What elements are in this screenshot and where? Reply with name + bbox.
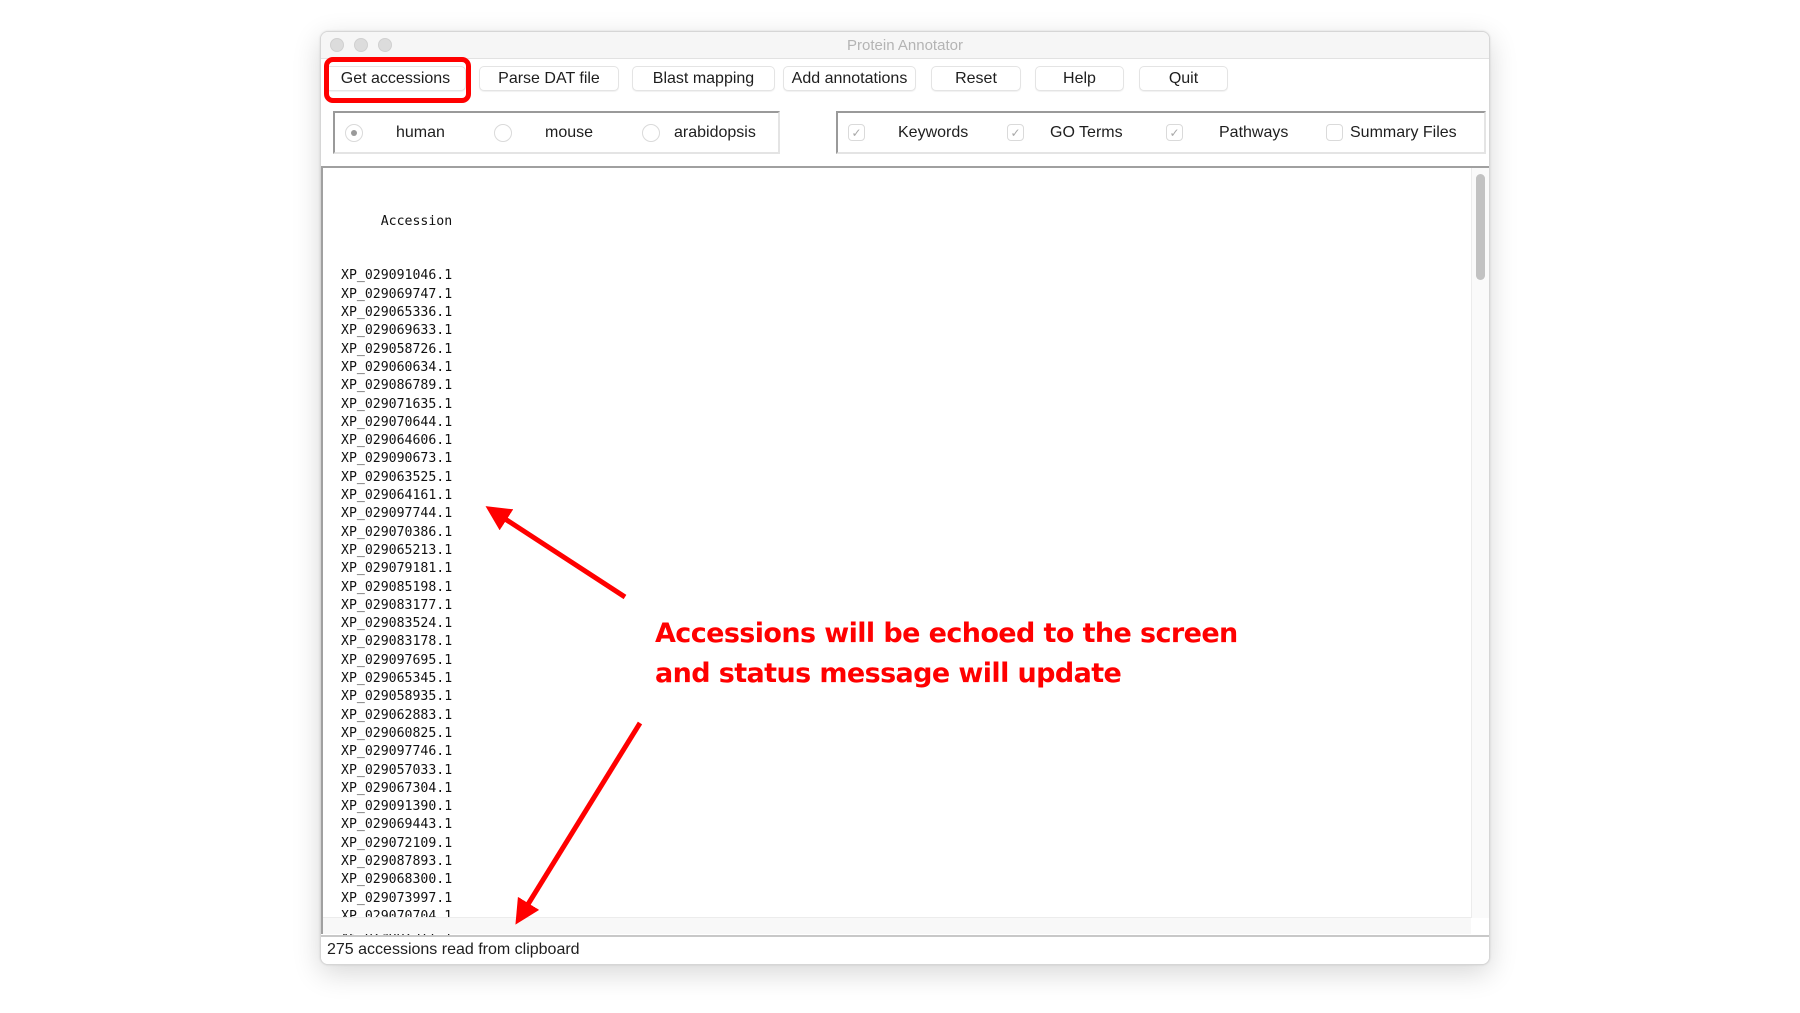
reset-button[interactable]: Reset [931,66,1021,91]
accession-line: XP_029064606.1 [341,433,453,449]
accession-line: XP_029071635.1 [341,396,453,412]
checkbox-keywords[interactable]: ✓ Keywords [848,113,968,152]
checkbox-label: Keywords [898,123,969,141]
radio-unselected-icon[interactable] [494,123,512,142]
radio-label: mouse [545,123,594,141]
get-accessions-button[interactable]: Get accessions [325,66,466,91]
checkmark-icon[interactable]: ✓ [1166,124,1183,141]
species-radio-group: human mouse arabidopsis [333,111,780,154]
outputs-checkbox-group: ✓ Keywords ✓ GO Terms ✓ Pathways Summary… [836,111,1486,154]
accession-line: XP_029065336.1 [341,305,453,321]
accession-output-textarea[interactable]: Accession XP_029091046.1 XP_029069747.1 XP… [321,166,1489,964]
annotation-line-2: and status message will update [655,658,1122,689]
accession-line: XP_029091390.1 [341,799,453,815]
accession-line: XP_029097695.1 [341,652,453,668]
radio-mouse[interactable]: mouse [494,113,593,152]
blast-mapping-button[interactable]: Blast mapping [632,66,775,91]
accession-line: XP_029097746.1 [341,744,453,760]
accession-line: XP_029070386.1 [341,524,453,540]
status-bar: 275 accessions read from clipboard [321,935,1489,964]
accession-line: XP_029065213.1 [341,542,453,558]
accession-line: XP_029083177.1 [341,597,453,613]
toolbar: Get accessions Parse DAT file Blast mapp… [321,57,1489,103]
vertical-scrollbar[interactable] [1471,168,1489,918]
checkbox-label: Pathways [1219,123,1289,141]
parse-dat-file-button[interactable]: Parse DAT file [479,66,619,91]
accession-line: XP_029068300.1 [341,872,453,888]
title-bar: Protein Annotator [321,32,1489,59]
annotation-callout: Accessions will be echoed to the screen … [655,614,1238,694]
accession-line: XP_029091046.1 [341,268,453,284]
vertical-scrollbar-thumb[interactable] [1476,174,1485,280]
help-button[interactable]: Help [1035,66,1124,91]
accession-list: Accession XP_029091046.1 XP_029069747.1 XP… [341,176,453,964]
radio-label: arabidopsis [674,123,756,141]
app-window: Protein Annotator Get accessions Parse D… [320,31,1490,965]
accession-line: XP_029063525.1 [341,469,453,485]
checkbox-go-terms[interactable]: ✓ GO Terms [1007,113,1123,152]
accession-line: XP_029069443.1 [341,817,453,833]
accession-line: XP_029085198.1 [341,579,453,595]
empty-checkbox-icon[interactable] [1326,124,1343,141]
accession-line: XP_029070644.1 [341,414,453,430]
window-title: Protein Annotator [847,37,963,54]
accession-line: XP_029079181.1 [341,561,453,577]
checkbox-label: GO Terms [1050,123,1123,141]
accession-line: XP_029073997.1 [341,890,453,906]
accession-column-header: Accession [341,213,453,229]
accession-line: XP_029058935.1 [341,689,453,705]
checkmark-icon[interactable]: ✓ [848,124,865,141]
accession-line: XP_029069747.1 [341,286,453,302]
checkbox-label: Summary Files [1350,123,1457,141]
radio-label: human [396,123,445,141]
annotation-line-1: Accessions will be echoed to the screen [655,618,1238,649]
accession-line: XP_029060825.1 [341,725,453,741]
horizontal-scrollbar[interactable] [323,917,1471,934]
accession-line: XP_029060634.1 [341,359,453,375]
accession-line: XP_029062883.1 [341,707,453,723]
accession-line: XP_029087893.1 [341,853,453,869]
accession-line: XP_029057033.1 [341,762,453,778]
accession-line: XP_029072109.1 [341,835,453,851]
accession-line: XP_029067304.1 [341,780,453,796]
radio-unselected-icon[interactable] [642,123,660,142]
quit-button[interactable]: Quit [1139,66,1228,91]
accession-line: XP_029097744.1 [341,506,453,522]
accession-line: XP_029083178.1 [341,634,453,650]
radio-human[interactable]: human [345,113,445,152]
accession-line: XP_029065345.1 [341,671,453,687]
accession-line: XP_029086789.1 [341,378,453,394]
checkmark-icon[interactable]: ✓ [1007,124,1024,141]
radio-arabidopsis[interactable]: arabidopsis [642,113,756,152]
add-annotations-button[interactable]: Add annotations [783,66,916,91]
accession-line: XP_029069633.1 [341,323,453,339]
checkbox-summary-files[interactable]: Summary Files [1326,113,1457,152]
accession-line: XP_029083524.1 [341,616,453,632]
accession-line: XP_029058726.1 [341,341,453,357]
radio-selected-icon[interactable] [345,123,363,142]
checkbox-pathways[interactable]: ✓ Pathways [1166,113,1288,152]
accession-line: XP_029090673.1 [341,451,453,467]
accession-line: XP_029064161.1 [341,488,453,504]
